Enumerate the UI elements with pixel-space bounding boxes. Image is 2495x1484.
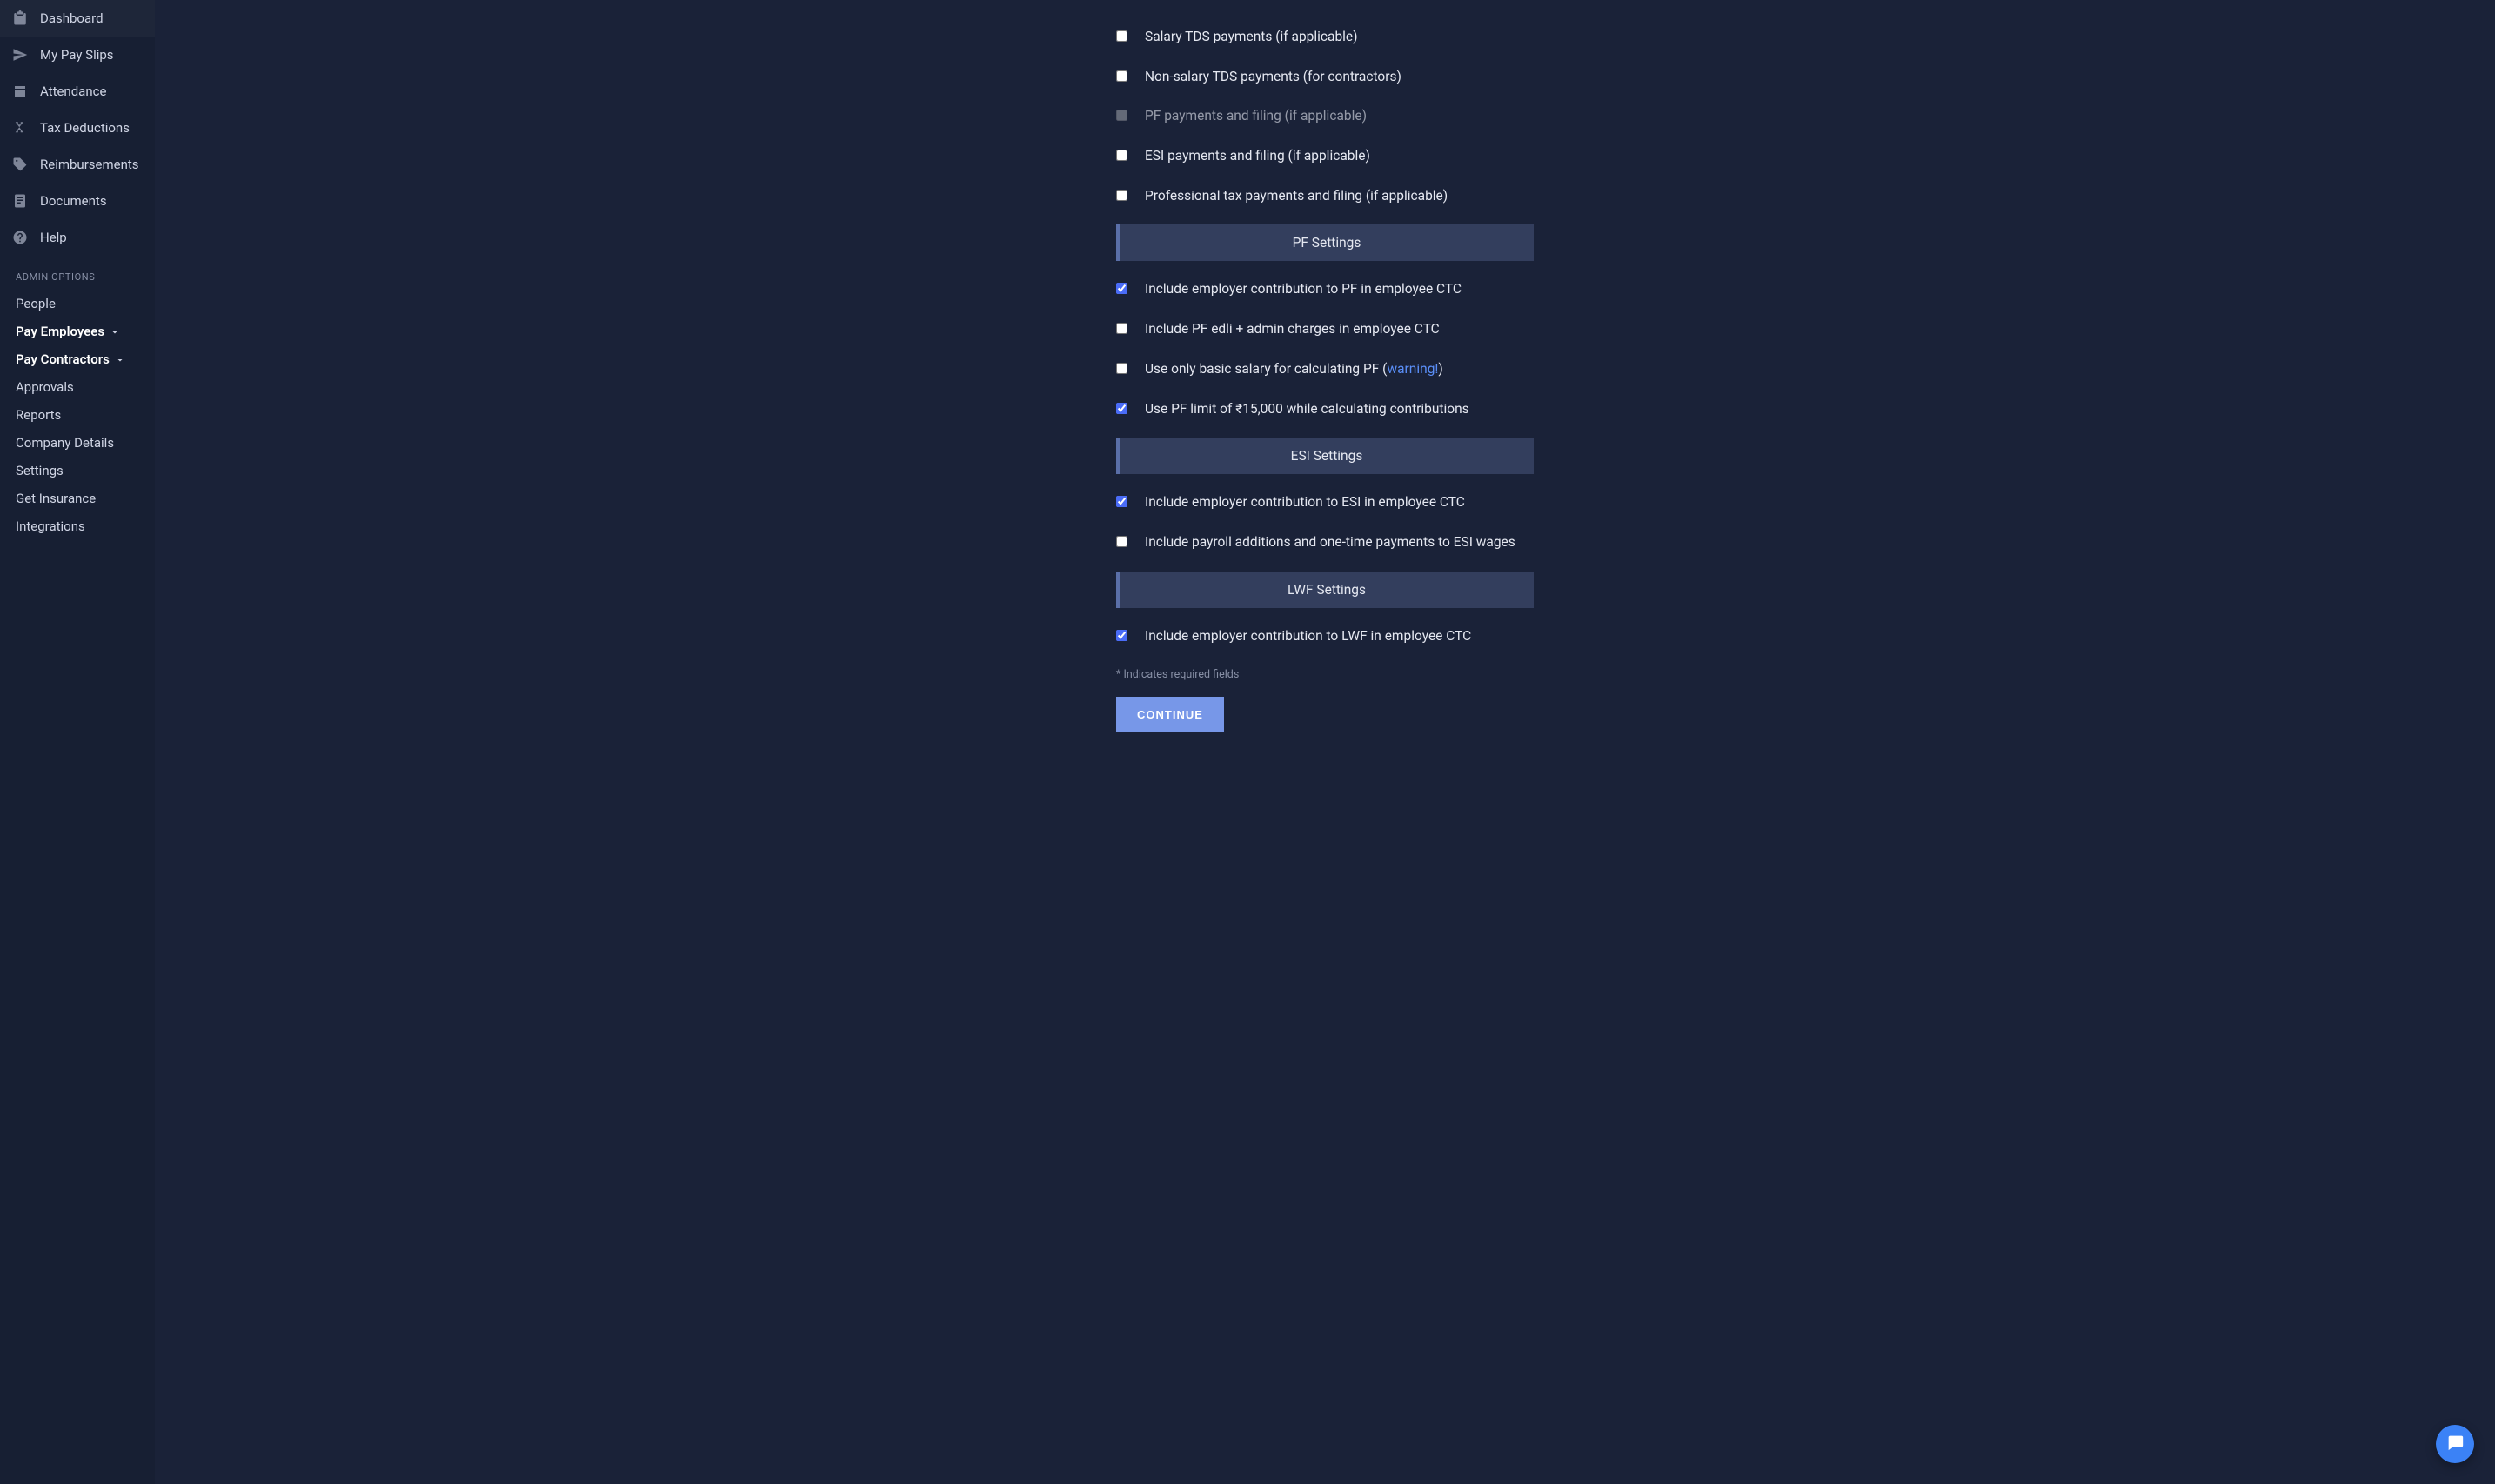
check-pf-basic-only[interactable] bbox=[1116, 363, 1127, 374]
check-pt-payments[interactable] bbox=[1116, 190, 1127, 201]
chat-widget-button[interactable] bbox=[2436, 1425, 2474, 1463]
sidebar-item-reimbursements[interactable]: Reimbursements bbox=[0, 146, 155, 183]
sidebar-item-label: Dashboard bbox=[40, 10, 104, 26]
continue-button[interactable]: CONTINUE bbox=[1116, 697, 1224, 732]
admin-item-label: Integrations bbox=[16, 518, 85, 534]
check-pf-payments bbox=[1116, 110, 1127, 121]
plus-minus-icon bbox=[12, 120, 28, 136]
admin-item-reports[interactable]: Reports bbox=[0, 401, 155, 429]
check-row-pf-basic-only: Use only basic salary for calculating PF… bbox=[1116, 350, 1534, 390]
sidebar-item-dashboard[interactable]: Dashboard bbox=[0, 0, 155, 37]
sidebar: Dashboard My Pay Slips Attendance Tax De… bbox=[0, 0, 155, 1484]
check-label[interactable]: Professional tax payments and filing (if… bbox=[1145, 187, 1448, 206]
sidebar-item-label: Reimbursements bbox=[40, 157, 139, 172]
check-esi-additions[interactable] bbox=[1116, 536, 1127, 547]
check-label[interactable]: ESI payments and filing (if applicable) bbox=[1145, 147, 1370, 166]
admin-item-label: Pay Employees bbox=[16, 324, 104, 339]
admin-item-settings[interactable]: Settings bbox=[0, 457, 155, 485]
admin-item-label: Settings bbox=[16, 463, 64, 478]
check-label[interactable]: Salary TDS payments (if applicable) bbox=[1145, 28, 1358, 47]
check-label[interactable]: Include payroll additions and one-time p… bbox=[1145, 533, 1515, 552]
check-label-post: ) bbox=[1438, 361, 1442, 377]
check-row-pf-ctc: Include employer contribution to PF in e… bbox=[1116, 270, 1534, 310]
admin-item-paycontractors[interactable]: Pay Contractors bbox=[0, 345, 155, 373]
admin-section-title: ADMIN OPTIONS bbox=[0, 256, 155, 290]
admin-item-payemployees[interactable]: Pay Employees bbox=[0, 318, 155, 345]
admin-item-people[interactable]: People bbox=[0, 290, 155, 318]
chevron-down-icon bbox=[115, 351, 125, 367]
sidebar-item-attendance[interactable]: Attendance bbox=[0, 73, 155, 110]
admin-item-companydetails[interactable]: Company Details bbox=[0, 429, 155, 457]
check-row-esi-additions: Include payroll additions and one-time p… bbox=[1116, 523, 1534, 563]
check-row-nonsalary-tds: Non-salary TDS payments (for contractors… bbox=[1116, 57, 1534, 97]
tag-icon bbox=[12, 157, 28, 172]
check-pf-limit[interactable] bbox=[1116, 403, 1127, 414]
section-header-esi: ESI Settings bbox=[1116, 438, 1534, 474]
sidebar-item-taxdeductions[interactable]: Tax Deductions bbox=[0, 110, 155, 146]
sidebar-item-label: Tax Deductions bbox=[40, 120, 130, 136]
check-label-pre: Use only basic salary for calculating PF… bbox=[1145, 361, 1387, 377]
sidebar-item-label: Help bbox=[40, 230, 67, 245]
chat-icon bbox=[2445, 1433, 2465, 1455]
check-row-esi-payments: ESI payments and filing (if applicable) bbox=[1116, 137, 1534, 177]
check-row-salary-tds: Salary TDS payments (if applicable) bbox=[1116, 17, 1534, 57]
check-label: PF payments and filing (if applicable) bbox=[1145, 107, 1367, 126]
section-header-pf: PF Settings bbox=[1116, 224, 1534, 261]
admin-item-approvals[interactable]: Approvals bbox=[0, 373, 155, 401]
check-label[interactable]: Use only basic salary for calculating PF… bbox=[1145, 360, 1443, 379]
check-salary-tds[interactable] bbox=[1116, 30, 1127, 42]
admin-item-label: People bbox=[16, 296, 56, 311]
check-esi-payments[interactable] bbox=[1116, 150, 1127, 161]
sidebar-item-label: Documents bbox=[40, 193, 107, 209]
admin-item-integrations[interactable]: Integrations bbox=[0, 512, 155, 540]
document-icon bbox=[12, 193, 28, 209]
required-note: * Indicates required fields bbox=[1116, 656, 1534, 697]
admin-item-label: Company Details bbox=[16, 435, 114, 451]
check-row-pf-payments: PF payments and filing (if applicable) bbox=[1116, 97, 1534, 137]
check-row-esi-ctc: Include employer contribution to ESI in … bbox=[1116, 483, 1534, 523]
admin-item-label: Get Insurance bbox=[16, 491, 96, 506]
clipboard-icon bbox=[12, 10, 28, 26]
settings-form: Salary TDS payments (if applicable) Non-… bbox=[1116, 17, 1534, 732]
check-esi-ctc[interactable] bbox=[1116, 496, 1127, 507]
check-label[interactable]: Use PF limit of ₹15,000 while calculatin… bbox=[1145, 400, 1469, 419]
admin-item-label: Approvals bbox=[16, 379, 74, 395]
sidebar-item-documents[interactable]: Documents bbox=[0, 183, 155, 219]
sidebar-item-label: My Pay Slips bbox=[40, 47, 114, 63]
check-label[interactable]: Non-salary TDS payments (for contractors… bbox=[1145, 68, 1401, 87]
warning-link[interactable]: warning! bbox=[1387, 361, 1438, 377]
check-label[interactable]: Include PF edli + admin charges in emplo… bbox=[1145, 320, 1440, 339]
check-row-pf-limit: Use PF limit of ₹15,000 while calculatin… bbox=[1116, 390, 1534, 430]
check-label[interactable]: Include employer contribution to ESI in … bbox=[1145, 493, 1465, 512]
check-row-pf-edli: Include PF edli + admin charges in emplo… bbox=[1116, 310, 1534, 350]
question-icon bbox=[12, 230, 28, 245]
sidebar-item-payslips[interactable]: My Pay Slips bbox=[0, 37, 155, 73]
check-box-icon bbox=[12, 84, 28, 99]
check-nonsalary-tds[interactable] bbox=[1116, 70, 1127, 82]
main-content: Salary TDS payments (if applicable) Non-… bbox=[155, 0, 2495, 1484]
sidebar-item-help[interactable]: Help bbox=[0, 219, 155, 256]
sidebar-item-label: Attendance bbox=[40, 84, 106, 99]
check-row-lwf-ctc: Include employer contribution to LWF in … bbox=[1116, 617, 1534, 657]
chevron-down-icon bbox=[110, 324, 120, 339]
check-lwf-ctc[interactable] bbox=[1116, 630, 1127, 641]
check-row-pt-payments: Professional tax payments and filing (if… bbox=[1116, 177, 1534, 217]
admin-item-getinsurance[interactable]: Get Insurance bbox=[0, 485, 155, 512]
admin-item-label: Reports bbox=[16, 407, 61, 423]
check-label[interactable]: Include employer contribution to LWF in … bbox=[1145, 627, 1471, 646]
paper-plane-icon bbox=[12, 47, 28, 63]
admin-item-label: Pay Contractors bbox=[16, 351, 110, 367]
section-header-lwf: LWF Settings bbox=[1116, 572, 1534, 608]
check-pf-ctc[interactable] bbox=[1116, 283, 1127, 294]
check-label[interactable]: Include employer contribution to PF in e… bbox=[1145, 280, 1462, 299]
check-pf-edli[interactable] bbox=[1116, 323, 1127, 334]
